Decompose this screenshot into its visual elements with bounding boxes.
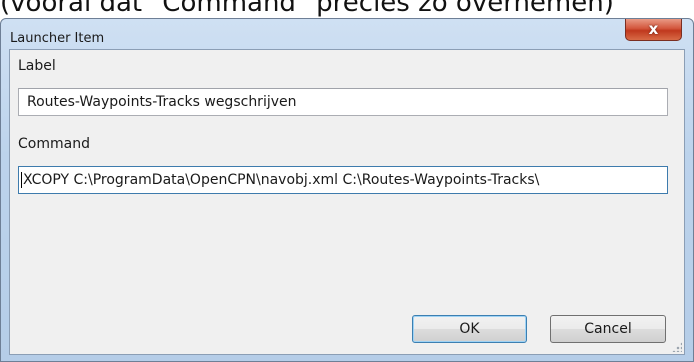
command-caption: Command bbox=[18, 136, 90, 152]
cancel-button[interactable]: Cancel bbox=[550, 315, 666, 343]
label-input-value: Routes-Waypoints-Tracks wegschrijven bbox=[27, 94, 297, 110]
label-caption: Label bbox=[18, 58, 56, 74]
command-input[interactable]: XCOPY C:\ProgramData\OpenCPN\navobj.xml … bbox=[18, 166, 668, 194]
background-caption-text: (vooral dat "Command" precies zo overnem… bbox=[0, 0, 614, 18]
launcher-item-dialog: Launcher Item x Label Routes-Waypoints-T… bbox=[0, 18, 694, 362]
close-button[interactable]: x bbox=[625, 19, 682, 41]
ok-button-label: OK bbox=[459, 321, 480, 337]
label-input[interactable]: Routes-Waypoints-Tracks wegschrijven bbox=[18, 88, 668, 116]
cancel-button-label: Cancel bbox=[584, 321, 632, 337]
dialog-content: Label Routes-Waypoints-Tracks wegschrijv… bbox=[9, 49, 685, 355]
title-bar[interactable]: Launcher Item x bbox=[1, 19, 693, 49]
ok-button[interactable]: OK bbox=[412, 315, 527, 343]
dialog-title: Launcher Item bbox=[10, 31, 105, 46]
text-cursor bbox=[21, 172, 22, 188]
resize-grip-icon[interactable] bbox=[672, 342, 682, 352]
close-icon: x bbox=[648, 20, 659, 38]
command-input-value: XCOPY C:\ProgramData\OpenCPN\navobj.xml … bbox=[23, 172, 540, 188]
